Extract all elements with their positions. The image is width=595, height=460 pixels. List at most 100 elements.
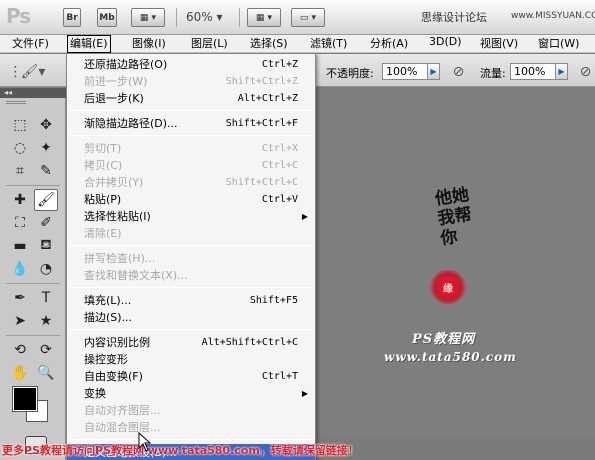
edit-menu-item: 前进一步(W) Shift+Ctrl+Z bbox=[67, 73, 315, 90]
menu-item-label: 前进一步(W) bbox=[84, 75, 148, 88]
pen-tool-icon[interactable]: ✒ bbox=[8, 287, 32, 309]
menu-file[interactable]: 文件(F) bbox=[10, 35, 51, 53]
menu-item-label: 粘贴(P) bbox=[84, 193, 122, 206]
menu-item-label: 清除(E) bbox=[84, 227, 122, 240]
menu-filter[interactable]: 滤镜(T) bbox=[308, 35, 349, 53]
airbrush-icon[interactable]: ⊘ bbox=[576, 62, 595, 81]
bridge-button[interactable]: Br bbox=[63, 8, 81, 27]
hand-tool-icon[interactable]: ✋ bbox=[8, 362, 32, 384]
edit-menu-item: 合并拷贝(Y) Shift+Ctrl+C bbox=[67, 174, 315, 191]
divider bbox=[6, 185, 60, 186]
edit-menu-item[interactable]: 内容识别比例 Alt+Shift+Ctrl+C bbox=[67, 334, 315, 351]
menu-edit[interactable]: 编辑(E) bbox=[67, 35, 111, 53]
menu-item-shortcut: Alt+Ctrl+Z bbox=[237, 93, 298, 104]
document-canvas[interactable] bbox=[316, 88, 595, 438]
flow-slider-button[interactable]: ▶ bbox=[555, 63, 568, 80]
dodge-tool-icon[interactable]: ◔ bbox=[34, 258, 58, 280]
site-logo-text: PS教程网 bbox=[412, 332, 476, 347]
eyedropper-tool-icon[interactable]: ✎ bbox=[34, 160, 58, 182]
magic-wand-tool-icon[interactable]: ✦ bbox=[34, 137, 58, 159]
airbrush-pressure-icon[interactable]: ⊘ bbox=[449, 62, 468, 81]
menu-item-label: 拷贝(C) bbox=[84, 159, 123, 172]
menu-item-label: 操控变形 bbox=[84, 353, 128, 366]
crop-tool-icon[interactable]: ⌗ bbox=[8, 160, 32, 182]
brush-tool-icon[interactable]: 🖌 bbox=[34, 189, 58, 211]
zoom-tool-icon[interactable]: 🔍 bbox=[34, 362, 58, 384]
tutorial-caption: 更多PS教程请访问PS教程网 www.tata580.com，转载请保留链接！ bbox=[2, 444, 359, 457]
menu-item-label: 自动对齐图层... bbox=[84, 404, 161, 417]
tool-preset-picker[interactable]: 🖌▾ bbox=[18, 62, 48, 81]
opacity-slider-button[interactable]: ▶ bbox=[427, 63, 440, 80]
menu-window[interactable]: 窗口(W) bbox=[536, 35, 581, 53]
edit-menu-item[interactable]: 填充(L)... Shift+F5 bbox=[67, 292, 315, 309]
eraser-tool-icon[interactable]: ▬ bbox=[8, 235, 32, 257]
marquee-tool-icon[interactable]: ⬚ bbox=[8, 114, 32, 136]
menu-analysis[interactable]: 分析(A) bbox=[368, 35, 410, 53]
3d-orbit-tool-icon[interactable]: ⟳ bbox=[34, 339, 58, 361]
edit-menu-item: 拼写检查(H)... bbox=[67, 250, 315, 267]
menu-item-label: 剪切(T) bbox=[84, 142, 122, 155]
edit-menu-item[interactable]: 还原描边路径(O) Ctrl+Z bbox=[67, 56, 315, 73]
menu-item-shortcut: Alt+Shift+Ctrl+C bbox=[201, 337, 298, 348]
menu-item-label: 渐隐描边路径(D)... bbox=[84, 117, 178, 130]
divider bbox=[176, 8, 177, 27]
menu-select[interactable]: 选择(S) bbox=[248, 35, 290, 53]
divider bbox=[6, 283, 60, 284]
opacity-field[interactable]: 100% bbox=[382, 63, 428, 80]
edit-menu-item[interactable]: 自由变换(F) Ctrl+T bbox=[67, 368, 315, 385]
menu-layer[interactable]: 图层(L) bbox=[189, 35, 230, 53]
blur-tool-icon[interactable]: 💧 bbox=[8, 258, 32, 280]
menu-item-shortcut: Ctrl+Z bbox=[261, 59, 298, 70]
menu-item-label: 合并拷贝(Y) bbox=[84, 176, 144, 189]
tools-collapse-bar[interactable]: ◂◂ bbox=[0, 88, 66, 98]
menu-image[interactable]: 图像(I) bbox=[130, 35, 168, 53]
edit-menu-item: 剪切(T) Ctrl+X bbox=[67, 140, 315, 157]
menu-bar: 文件(F) 编辑(E) 图像(I) 图层(L) 选择(S) 滤镜(T) 分析(A… bbox=[0, 35, 595, 53]
edit-menu-item[interactable]: 选择性粘贴(I) ▶ bbox=[67, 208, 315, 225]
menu-view[interactable]: 视图(V) bbox=[478, 35, 520, 53]
arrange-documents-button[interactable]: ▦ ▾ bbox=[247, 8, 281, 27]
edit-menu-item[interactable]: 粘贴(P) Ctrl+V bbox=[67, 191, 315, 208]
menu-3d[interactable]: 3D(D) bbox=[427, 35, 464, 53]
site-url-text: www.tata580.com bbox=[384, 350, 517, 364]
edit-menu-dropdown: 还原描边路径(O) Ctrl+Z 前进一步(W) Shift+Ctrl+Z 后退一步(K… bbox=[66, 53, 316, 460]
menu-item-label: 查找和替换文本(X)... bbox=[84, 269, 188, 282]
type-tool-icon[interactable]: T bbox=[34, 287, 58, 309]
menu-item-shortcut: Shift+F5 bbox=[249, 295, 298, 306]
shape-tool-icon[interactable]: ★ bbox=[34, 310, 58, 332]
menu-item-label: 还原描边路径(O) bbox=[84, 58, 168, 71]
menu-separator bbox=[69, 110, 313, 111]
tools-grip[interactable] bbox=[6, 101, 26, 104]
menu-item-label: 内容识别比例 bbox=[84, 336, 150, 349]
screen-mode-button[interactable]: ▭ ▾ bbox=[291, 8, 325, 27]
brush-icon: 🖌▾ bbox=[20, 63, 46, 80]
edit-menu-item[interactable]: 变换 ▶ bbox=[67, 385, 315, 402]
history-brush-tool-icon[interactable]: ✐ bbox=[34, 212, 58, 234]
menu-item-shortcut: Ctrl+T bbox=[261, 371, 298, 382]
menu-item-shortcut: Shift+Ctrl+C bbox=[225, 177, 298, 188]
menu-separator bbox=[69, 287, 313, 288]
flow-field[interactable]: 100% bbox=[510, 63, 556, 80]
lasso-tool-icon[interactable]: ◌ bbox=[8, 137, 32, 159]
3d-rotate-tool-icon[interactable]: ⟲ bbox=[8, 339, 32, 361]
flow-label: 流量: bbox=[480, 67, 506, 80]
menu-item-label: 后退一步(K) bbox=[84, 92, 144, 105]
brand-name: 思缘设计论坛 bbox=[421, 11, 487, 24]
mini-bridge-button[interactable]: Mb bbox=[97, 8, 117, 27]
edit-menu-item[interactable]: 操控变形 bbox=[67, 351, 315, 368]
tools-panel: ◂◂ ⬚ ✥ ◌ ✦ ⌗ ✎ ✚ 🖌 ⛶ ✐ ▬ ⛾ 💧 ◔ ✒ T ➤ ★ ⟲… bbox=[0, 88, 66, 460]
zoom-level[interactable]: 60% ▾ bbox=[186, 10, 223, 24]
menu-item-label: 选择性粘贴(I) bbox=[84, 210, 151, 223]
foreground-color-swatch[interactable] bbox=[12, 386, 38, 412]
move-tool-icon[interactable]: ✥ bbox=[34, 114, 58, 136]
menu-separator bbox=[69, 439, 313, 440]
edit-menu-item[interactable]: 描边(S)... bbox=[67, 309, 315, 326]
healing-brush-tool-icon[interactable]: ✚ bbox=[8, 189, 32, 211]
edit-menu-item[interactable]: 渐隐描边路径(D)... Shift+Ctrl+F bbox=[67, 115, 315, 132]
seal-stamp: 缘 bbox=[430, 270, 466, 304]
path-selection-tool-icon[interactable]: ➤ bbox=[8, 310, 32, 332]
paint-bucket-tool-icon[interactable]: ⛾ bbox=[34, 235, 58, 257]
clone-stamp-tool-icon[interactable]: ⛶ bbox=[8, 212, 32, 234]
view-extras-button[interactable]: ▦ ▾ bbox=[131, 8, 165, 27]
edit-menu-item[interactable]: 后退一步(K) Alt+Ctrl+Z bbox=[67, 90, 315, 107]
